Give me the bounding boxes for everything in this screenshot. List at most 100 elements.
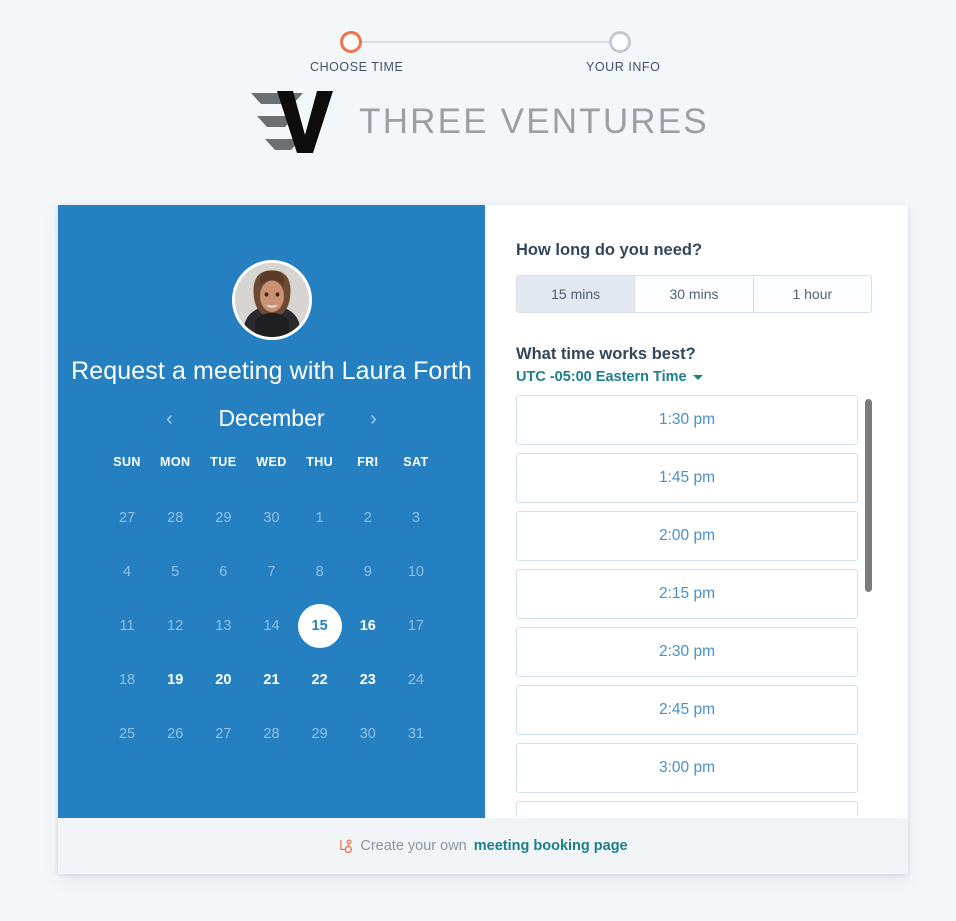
step-dot-choose-time[interactable] xyxy=(340,31,362,53)
calendar-day-number: 18 xyxy=(118,672,136,688)
calendar-day-number: 15 xyxy=(297,604,342,648)
duration-option-1hour[interactable]: 1 hour xyxy=(753,276,871,312)
hubspot-sprocket-icon xyxy=(340,839,353,853)
time-slot-button[interactable]: 2:15 pm xyxy=(516,569,858,619)
calendar-day-number: 26 xyxy=(167,726,184,742)
step-label-choose-time: CHOOSE TIME xyxy=(310,60,404,74)
weekday-thu: THU xyxy=(306,455,334,469)
time-slot-button[interactable]: 3:00 pm xyxy=(516,743,858,793)
meeting-booking-page-link[interactable]: meeting booking page xyxy=(474,838,628,854)
calendar-week-row: 18 19 20 21 22 23 24 xyxy=(103,653,440,707)
step-dot-your-info[interactable] xyxy=(609,31,631,53)
calendar-day-number: 29 xyxy=(215,510,232,526)
calendar-day-number: 11 xyxy=(119,618,135,634)
calendar-day-disabled: 29 xyxy=(199,491,247,545)
calendar-day-number: 6 xyxy=(219,564,228,580)
calendar-day-disabled: 18 xyxy=(103,653,151,707)
step-label-your-info: YOUR INFO xyxy=(586,60,661,74)
duration-option-30min[interactable]: 30 mins xyxy=(635,276,754,312)
weekday-header: SUN MON TUE WED THU FRI SAT xyxy=(103,455,440,491)
calendar-day-disabled: 13 xyxy=(199,599,247,653)
booking-page: CHOOSE TIME YOUR INFO THREE VENTURES Req… xyxy=(0,0,956,921)
calendar-day-number: 4 xyxy=(123,564,132,580)
calendar-day-number: 28 xyxy=(167,510,184,526)
scrollbar-thumb[interactable] xyxy=(865,399,872,592)
calendar-day-disabled: 11 xyxy=(103,599,151,653)
calendar-day-disabled: 8 xyxy=(296,545,344,599)
calendar-day-disabled: 2 xyxy=(344,491,392,545)
calendar-grid: SUN MON TUE WED THU FRI SAT 27 28 29 30 1 2 3 4… xyxy=(103,455,440,761)
time-slot-scroll-area[interactable]: 1:30 pm 1:45 pm 2:00 pm 2:15 pm 2:30 pm 2:45 … xyxy=(516,395,880,815)
calendar-day-disabled: 7 xyxy=(247,545,295,599)
time-slot-button[interactable]: 2:45 pm xyxy=(516,685,858,735)
weekday-mon: MON xyxy=(160,455,191,469)
footer-text: Create your own xyxy=(360,838,467,854)
timezone-selector[interactable]: UTC -05:00 Eastern Time xyxy=(516,369,703,385)
weekday-tue: TUE xyxy=(210,455,237,469)
calendar-day-number: 3 xyxy=(411,510,420,526)
calendar-day-number: 20 xyxy=(215,672,232,688)
calendar-day-disabled: 28 xyxy=(151,491,199,545)
calendar-day-disabled: 30 xyxy=(247,491,295,545)
calendar-day-available[interactable]: 23 xyxy=(344,653,392,707)
calendar-day-available[interactable]: 19 xyxy=(151,653,199,707)
calendar-day-disabled: 1 xyxy=(296,491,344,545)
calendar-day-number: 7 xyxy=(267,564,276,580)
timezone-label: UTC -05:00 Eastern Time xyxy=(516,369,687,385)
time-slot-button[interactable]: 1:45 pm xyxy=(516,453,858,503)
calendar-day-number: 27 xyxy=(215,726,232,742)
calendar-day-disabled: 3 xyxy=(392,491,440,545)
calendar-day-number: 13 xyxy=(215,618,232,634)
calendar-day-disabled: 10 xyxy=(392,545,440,599)
calendar-weeks: 27 28 29 30 1 2 3 4 5 6 7 8 9 10 11 12 13 14 15 16 17 18 19 20 2… xyxy=(103,491,440,761)
time-slot-button[interactable]: 2:00 pm xyxy=(516,511,858,561)
stepper-track xyxy=(351,41,620,43)
avatar-photo xyxy=(234,263,309,337)
calendar-day-disabled: 27 xyxy=(199,707,247,761)
calendar-day-number: 10 xyxy=(407,564,424,580)
calendar-day-number: 22 xyxy=(311,672,328,688)
weekday-fri: FRI xyxy=(357,455,379,469)
brand-name: THREE VENTURES xyxy=(359,102,709,141)
calendar-day-number: 21 xyxy=(263,672,280,688)
time-slot-button[interactable]: 2:30 pm xyxy=(516,627,858,677)
weekday-wed: WED xyxy=(256,455,287,469)
calendar-week-row: 11 12 13 14 15 16 17 xyxy=(103,599,440,653)
current-month: December xyxy=(218,405,325,431)
calendar-day-disabled: 24 xyxy=(392,653,440,707)
calendar-day-disabled: 5 xyxy=(151,545,199,599)
weekday-sat: SAT xyxy=(403,455,429,469)
calendar-day-disabled: 9 xyxy=(344,545,392,599)
calendar-day-number: 23 xyxy=(359,672,376,688)
calendar-day-disabled: 27 xyxy=(103,491,151,545)
avatar xyxy=(231,260,312,340)
prev-month-icon[interactable]: ‹ xyxy=(163,409,177,429)
calendar-day-available[interactable]: 22 xyxy=(296,653,344,707)
calendar-day-available[interactable]: 16 xyxy=(344,599,392,653)
calendar-week-row: 27 28 29 30 1 2 3 xyxy=(103,491,440,545)
calendar-day-available[interactable]: 20 xyxy=(199,653,247,707)
calendar-day-disabled: 25 xyxy=(103,707,151,761)
time-slot-button[interactable]: 1:30 pm xyxy=(516,395,858,445)
month-navigation: ‹ December › xyxy=(58,405,485,432)
weekday-sun: SUN xyxy=(113,455,141,469)
brand-header: THREE VENTURES xyxy=(0,86,956,158)
calendar-day-disabled: 26 xyxy=(151,707,199,761)
duration-option-15min[interactable]: 15 mins xyxy=(517,276,636,312)
calendar-day-disabled: 28 xyxy=(247,707,295,761)
calendar-day-disabled: 4 xyxy=(103,545,151,599)
calendar-day-number: 28 xyxy=(263,726,280,742)
calendar-day-available[interactable]: 21 xyxy=(247,653,295,707)
calendar-day-number: 5 xyxy=(171,564,180,580)
calendar-day-number: 2 xyxy=(363,510,372,526)
calendar-day-number: 17 xyxy=(407,618,424,634)
time-heading: What time works best? xyxy=(516,345,696,363)
calendar-day-number: 29 xyxy=(311,726,328,742)
calendar-day-selected[interactable]: 15 xyxy=(296,599,344,653)
time-slot-button[interactable]: 3:15 pm xyxy=(516,801,858,815)
calendar-day-number: 12 xyxy=(167,618,184,634)
next-month-icon[interactable]: › xyxy=(367,409,381,429)
booking-options-panel: How long do you need? 15 mins 30 mins 1 … xyxy=(485,205,908,818)
calendar-week-row: 4 5 6 7 8 9 10 xyxy=(103,545,440,599)
calendar-panel: Request a meeting with Laura Forth ‹ Dec… xyxy=(58,205,485,818)
